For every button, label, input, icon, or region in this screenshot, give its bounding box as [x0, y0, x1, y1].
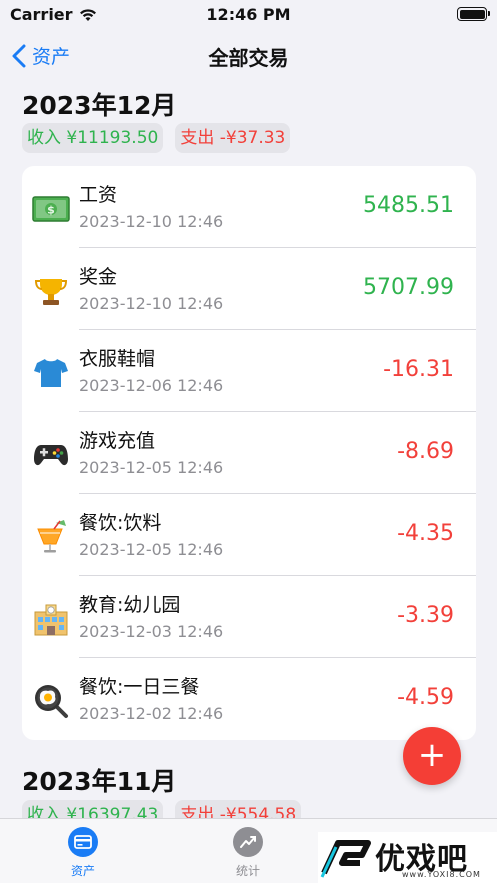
transaction-date: 2023-12-03 12:46	[79, 622, 224, 641]
transaction-amount: 5485.51	[363, 193, 454, 218]
transaction-date: 2023-12-10 12:46	[79, 294, 224, 313]
transaction-date: 2023-12-10 12:46	[79, 212, 224, 231]
transaction-row[interactable]: 教育:幼儿园 2023-12-03 12:46 -3.39	[22, 576, 476, 658]
expense-badge: 支出 -¥37.33	[175, 123, 291, 153]
transaction-row[interactable]: 奖金 2023-12-10 12:46 5707.99	[22, 248, 476, 330]
month-header: 2023年12月	[22, 91, 177, 120]
transaction-name: 餐饮:饮料	[79, 512, 162, 534]
transaction-amount: -3.39	[397, 603, 454, 628]
watermark-logo: 优戏吧 www.YOXI8.COM	[318, 832, 497, 883]
tab-label: 资产	[70, 864, 95, 878]
page-title: 全部交易	[208, 46, 289, 70]
watermark-url: www.YOXI8.COM	[402, 870, 481, 879]
month-summary: 收入 ¥16397.43 支出 -¥554.58	[22, 800, 302, 818]
transaction-row[interactable]: 餐饮:一日三餐 2023-12-02 12:46 -4.59	[22, 658, 476, 740]
add-transaction-button[interactable]: +	[403, 727, 461, 785]
transaction-list[interactable]: 2023年12月 收入 ¥11193.50 支出 -¥37.33 $ 工资 20…	[0, 80, 497, 818]
clock: 12:46 PM	[206, 5, 291, 24]
transaction-row[interactable]: $ 工资 2023-12-10 12:46 5485.51	[22, 166, 476, 248]
svg-text:$: $	[47, 204, 55, 217]
tab-assets[interactable]: 资产	[43, 827, 123, 879]
tab-statistics[interactable]: 统计	[208, 827, 288, 879]
transaction-name: 餐饮:一日三餐	[79, 676, 200, 698]
transaction-name: 奖金	[79, 266, 118, 288]
money-icon: $	[32, 190, 70, 228]
navigation-bar: 资产 全部交易	[0, 34, 497, 78]
frying-pan-icon	[32, 682, 70, 720]
transaction-amount: 5707.99	[363, 275, 454, 300]
transaction-date: 2023-12-05 12:46	[79, 458, 224, 477]
transaction-row[interactable]: 衣服鞋帽 2023-12-06 12:46 -16.31	[22, 330, 476, 412]
school-icon	[32, 600, 70, 638]
transaction-amount: -16.31	[383, 357, 454, 382]
transaction-amount: -4.35	[397, 521, 454, 546]
gamepad-icon	[32, 436, 70, 474]
month-header: 2023年11月	[22, 767, 177, 796]
transaction-row[interactable]: 游戏充值 2023-12-05 12:46 -8.69	[22, 412, 476, 494]
transaction-name: 游戏充值	[79, 430, 156, 452]
expense-badge: 支出 -¥554.58	[175, 800, 302, 818]
chart-icon	[233, 827, 263, 857]
transaction-row[interactable]: 餐饮:饮料 2023-12-05 12:46 -4.35	[22, 494, 476, 576]
transaction-card: $ 工资 2023-12-10 12:46 5485.51 奖金 2023-12…	[22, 166, 476, 740]
logo-mark-icon	[320, 840, 371, 878]
transaction-name: 工资	[79, 184, 118, 206]
transaction-name: 教育:幼儿园	[79, 594, 181, 616]
income-badge: 收入 ¥11193.50	[22, 123, 164, 153]
transaction-amount: -4.59	[397, 685, 454, 710]
status-bar: Carrier 12:46 PM	[0, 0, 497, 30]
plus-icon: +	[417, 735, 447, 775]
battery-icon	[457, 7, 490, 21]
transaction-date: 2023-12-06 12:46	[79, 376, 224, 395]
month-summary: 收入 ¥11193.50 支出 -¥37.33	[22, 123, 291, 153]
trophy-icon	[32, 272, 70, 310]
drink-icon	[32, 518, 70, 556]
transaction-name: 衣服鞋帽	[79, 348, 156, 370]
transaction-date: 2023-12-05 12:46	[79, 540, 224, 559]
transaction-date: 2023-12-02 12:46	[79, 704, 224, 723]
transaction-amount: -8.69	[397, 439, 454, 464]
tab-label: 统计	[235, 864, 260, 878]
card-icon	[68, 827, 98, 857]
tshirt-icon	[32, 354, 70, 392]
income-badge: 收入 ¥16397.43	[22, 800, 164, 818]
